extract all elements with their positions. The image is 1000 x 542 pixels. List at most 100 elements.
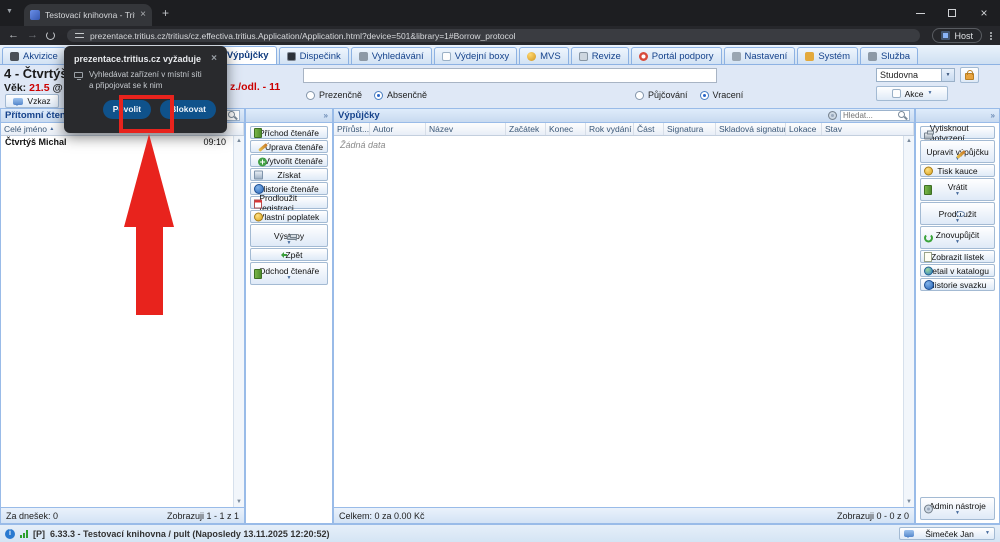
close-icon[interactable]: × <box>211 54 217 64</box>
get-reader-button[interactable]: Získat <box>250 168 328 181</box>
site-settings-icon[interactable] <box>75 32 84 39</box>
tab-revize[interactable]: Revize <box>570 47 629 64</box>
window-controls: × <box>904 0 1000 26</box>
info-icon[interactable]: i <box>5 528 15 539</box>
collapse-panel-icon[interactable]: » <box>324 111 328 120</box>
coin-icon <box>254 212 263 221</box>
speech-bubble-icon <box>13 97 24 106</box>
radio-absencne[interactable] <box>374 90 384 100</box>
scroll-down-icon[interactable]: ▼ <box>236 499 242 505</box>
radio-vraceni[interactable] <box>699 90 709 100</box>
volume-history-button[interactable]: Historie svazku <box>920 278 995 291</box>
outputs-button[interactable]: Výstupy ▼ <box>250 224 328 247</box>
clipboard-icon <box>578 51 588 61</box>
forward-icon[interactable]: → <box>27 30 38 41</box>
loans-column-header[interactable]: Přírůst... Autor Název Začátek Konec Rok… <box>334 123 914 136</box>
browser-tab[interactable]: Testovací knihovna - Tritius × <box>24 4 152 26</box>
tab-vydejni-boxy[interactable]: Výdejní boxy <box>433 47 518 64</box>
readers-scrollbar[interactable]: ▲ ▼ <box>233 136 244 507</box>
signal-bars-icon <box>20 529 28 538</box>
dropdown-arrow-icon: ▼ <box>955 218 960 224</box>
catalog-detail-button[interactable]: Detail v katalogu <box>920 264 995 277</box>
printer-icon <box>287 233 297 240</box>
history-icon <box>924 279 934 290</box>
browser-menu-icon[interactable] <box>990 31 992 40</box>
reload-icon[interactable] <box>46 31 55 40</box>
browser-tab-title: Testovací knihovna - Tritius <box>45 10 135 20</box>
tab-nastaveni[interactable]: Nastavení <box>723 47 796 64</box>
permission-dialog-title: prezentace.tritius.cz vyžaduje × <box>74 53 217 65</box>
search-icon[interactable] <box>898 111 907 120</box>
lifebuoy-icon <box>638 51 648 61</box>
new-tab-button[interactable]: + <box>162 7 169 19</box>
reader-arrival-button[interactable]: Příchod čtenáře <box>250 126 328 139</box>
profile-button[interactable]: Host <box>932 28 982 43</box>
radio-prezencne[interactable] <box>306 90 315 100</box>
admin-tools-button[interactable]: Admin nástroje ▼ <box>920 497 995 520</box>
print-receipt-button[interactable]: Vytisknout potvrzení <box>920 123 995 143</box>
loan-actions-body: Vytisknout potvrzení Upravit výpůjčku ▼ … <box>916 123 999 523</box>
annotation-arrow-head <box>124 134 174 227</box>
search-icon[interactable] <box>228 111 237 120</box>
close-button[interactable]: × <box>968 0 1000 26</box>
prolong-button[interactable]: Prodloužit ▼ <box>920 202 995 225</box>
actions-button[interactable]: Akce ▼ <box>876 86 948 101</box>
scan-input[interactable] <box>303 68 717 83</box>
browser-titlebar: ▼ Testovací knihovna - Tritius × + × <box>0 0 1000 26</box>
show-slip-button[interactable]: Zobrazit lístek <box>920 250 995 263</box>
gear-icon[interactable] <box>828 111 837 120</box>
scroll-up-icon[interactable]: ▲ <box>236 138 242 144</box>
tab-search-chevron-icon[interactable]: ▼ <box>6 8 13 15</box>
print-deposit-button[interactable]: Tisk kauce <box>920 164 995 177</box>
loan-actions-header: » <box>916 109 999 123</box>
loans-scrollbar[interactable]: ▲ ▼ <box>903 136 914 507</box>
tab-mvs[interactable]: MVS <box>519 47 569 64</box>
dropdown-arrow-icon: ▼ <box>286 240 292 246</box>
tab-sluzba[interactable]: Služba <box>860 47 919 64</box>
scroll-down-icon[interactable]: ▼ <box>906 499 912 505</box>
location-select[interactable]: Studovna ▼ <box>876 68 955 82</box>
collapse-panel-icon[interactable]: » <box>991 111 995 120</box>
radio-pujcovani[interactable] <box>635 90 644 100</box>
back-icon[interactable]: ← <box>8 30 19 41</box>
coin-icon <box>924 166 933 175</box>
table-row[interactable]: Čtvrtýš Michal 09:10 <box>1 136 244 148</box>
tab-system[interactable]: Systém <box>797 47 858 64</box>
plus-icon <box>258 157 268 166</box>
message-button[interactable]: Vzkaz <box>5 94 59 108</box>
reader-departure-button[interactable]: Odchod čtenáře ▼ <box>250 262 328 285</box>
globe-icon <box>527 51 537 61</box>
speech-bubble-icon <box>904 530 914 538</box>
tab-dispecink[interactable]: Dispečink <box>278 47 349 64</box>
reader-actions-panel: » Příchod čtenáře Úprava čtenáře Vytvoři… <box>245 108 333 524</box>
clock-icon <box>956 210 965 217</box>
return-button[interactable]: Vrátit ▼ <box>920 178 995 201</box>
custom-fee-button[interactable]: Vlastní poplatek <box>250 210 328 223</box>
tab-close-icon[interactable]: × <box>140 10 146 20</box>
loans-search-input[interactable] <box>840 110 910 121</box>
tab-akvizice[interactable]: Akvizice <box>2 47 66 64</box>
tab-portal-podpory[interactable]: Portál podpory <box>630 47 722 64</box>
minimize-button[interactable] <box>904 0 936 26</box>
loans-footer: Celkem: 0 za 0.00 Kč Zobrazuji 0 - 0 z 0 <box>334 507 914 523</box>
edit-reader-button[interactable]: Úprava čtenáře <box>250 140 328 153</box>
create-reader-button[interactable]: Vytvořit čtenáře <box>250 154 328 167</box>
loans-search-field[interactable] <box>843 111 896 120</box>
tab-vyhledavani[interactable]: Vyhledávání <box>350 47 432 64</box>
maximize-button[interactable] <box>936 0 968 26</box>
recycle-icon <box>924 233 933 242</box>
service-wrench-icon <box>868 51 877 61</box>
back-button[interactable]: Zpět <box>250 248 328 261</box>
lock-icon <box>965 70 974 80</box>
lock-button[interactable] <box>960 67 979 83</box>
borrow-again-button[interactable]: Znovupůjčit ▼ <box>920 226 995 249</box>
url-text: prezentace.tritius.cz/tritius/cz.effecti… <box>90 30 516 41</box>
edit-loan-button[interactable]: Upravit výpůjčku ▼ <box>920 140 995 163</box>
extend-registration-button[interactable]: Prodloužit registraci <box>250 193 328 213</box>
scroll-up-icon[interactable]: ▲ <box>906 138 912 144</box>
search-module-icon <box>358 51 368 61</box>
current-user-button[interactable]: Šimeček Jan ▼ <box>899 527 995 540</box>
favicon-icon <box>30 10 40 20</box>
address-bar[interactable]: prezentace.tritius.cz/tritius/cz.effecti… <box>67 29 921 42</box>
permission-dialog-message: Vyhledávat zařízení v místní síti a přip… <box>74 70 217 92</box>
